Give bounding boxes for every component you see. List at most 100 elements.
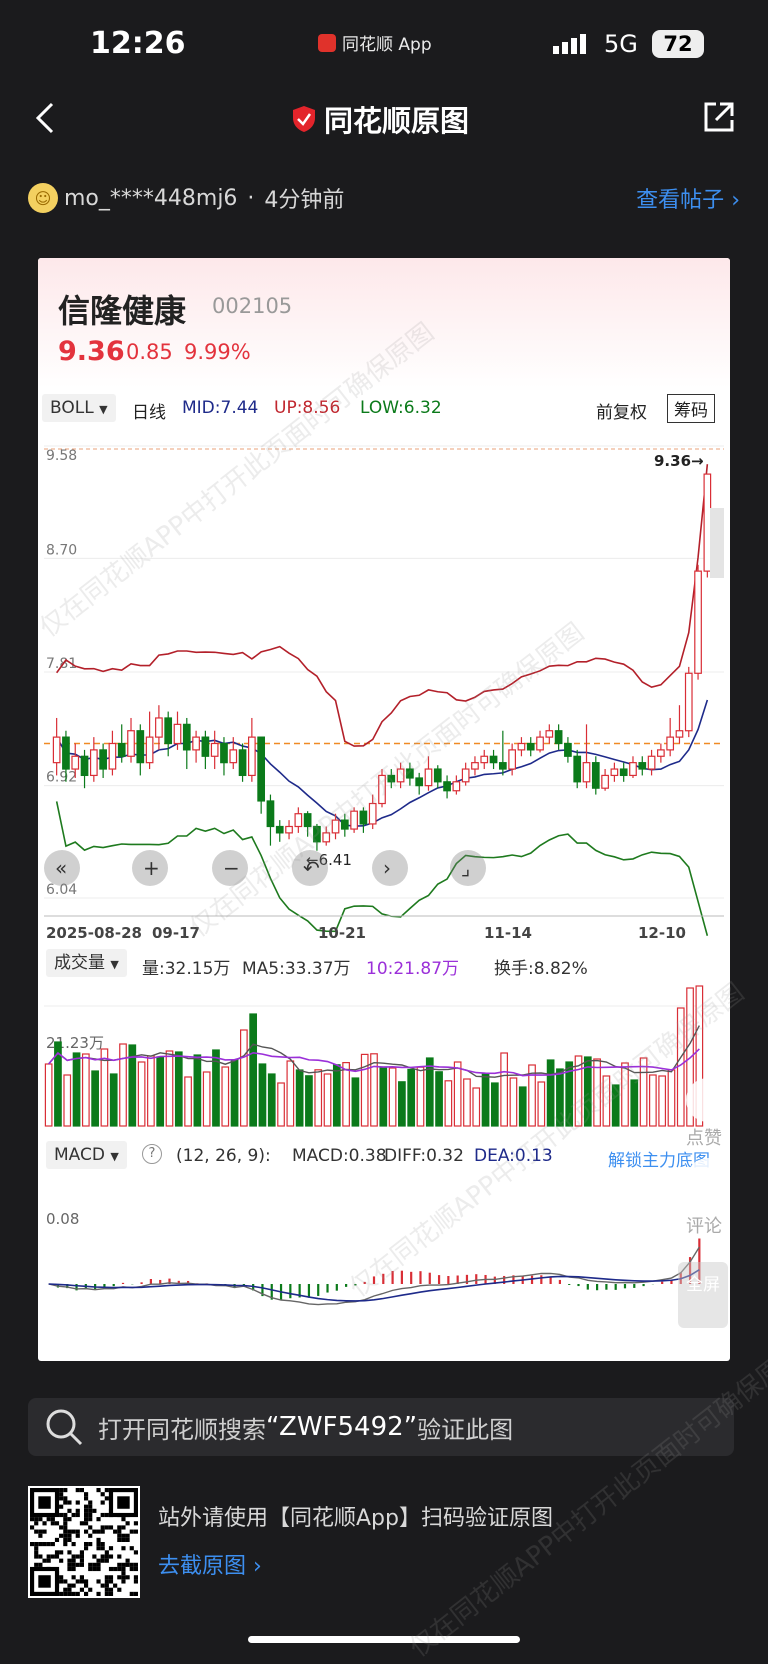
candle <box>703 473 712 572</box>
qr-module <box>59 1504 64 1509</box>
view-original-link[interactable]: 去截原图 › <box>158 1548 262 1580</box>
qr-module <box>84 1529 89 1534</box>
qr-module <box>84 1517 89 1522</box>
chart-control-glyph: « <box>55 856 67 880</box>
volume-bar <box>453 1061 462 1127</box>
verify-search-bar[interactable]: 打开同花顺搜索 “ZWF5492” 验证此图 <box>28 1398 734 1456</box>
qr-module <box>104 1558 109 1563</box>
username[interactable]: mo_****448mj6 <box>64 186 237 211</box>
dea-value: DEA:0.13 <box>474 1146 553 1166</box>
comment-icon[interactable] <box>686 1158 730 1202</box>
candle <box>573 755 582 783</box>
qr-module <box>104 1554 109 1559</box>
qr-module <box>100 1500 105 1505</box>
qr-module <box>121 1562 126 1567</box>
qr-module <box>84 1492 89 1497</box>
candlestick-chart[interactable]: 9.588.707.816.926.049.36→←6.41« + − ↶ › ⌟2025… <box>38 428 730 948</box>
help-icon[interactable]: ? <box>142 1144 162 1164</box>
candle <box>415 777 424 787</box>
qr-module <box>96 1488 101 1493</box>
chevron-right-icon: › <box>253 1554 262 1579</box>
candle <box>192 736 200 751</box>
indicator-selector[interactable]: BOLL ▼ <box>42 394 116 422</box>
boll-upper-line <box>56 464 709 747</box>
qr-module <box>34 1521 39 1526</box>
volume-bar <box>463 1078 471 1127</box>
qr-module <box>88 1504 93 1509</box>
volume-bar <box>63 1074 72 1127</box>
qr-module <box>75 1508 80 1513</box>
candle <box>368 802 377 825</box>
macd-selector[interactable]: MACD ▼ <box>46 1141 127 1169</box>
macd-indicator-bar: MACD ▼ ? (12, 26, 9): MACD:0.38 DIFF:0.3… <box>38 1138 730 1172</box>
qr-module <box>117 1575 122 1580</box>
candle <box>52 736 61 764</box>
qr-module <box>38 1529 43 1534</box>
qr-module <box>79 1554 84 1559</box>
volume-selector[interactable]: 成交量 ▼ <box>46 949 127 977</box>
candle <box>536 736 544 751</box>
search-suffix: 验证此图 <box>417 1415 514 1444</box>
qr-module <box>79 1488 84 1493</box>
avatar[interactable]: ☺ <box>28 183 58 213</box>
volume-chart[interactable]: 21.23万 <box>38 982 730 1132</box>
candle <box>433 768 442 783</box>
volume-bar <box>630 1079 639 1127</box>
thumbs-up-icon[interactable] <box>686 1078 730 1122</box>
candle <box>396 768 405 783</box>
qr-module <box>42 1529 47 1534</box>
volume-bar <box>286 1060 295 1127</box>
source-app[interactable]: 同花顺 App <box>318 30 432 55</box>
qr-module <box>59 1492 64 1497</box>
volume-bar <box>435 1071 443 1127</box>
view-post-link[interactable]: 查看帖子 › <box>636 182 740 214</box>
home-indicator[interactable] <box>248 1636 520 1643</box>
candle <box>378 774 386 805</box>
fullscreen-button[interactable]: 全屏 <box>678 1262 728 1328</box>
qr-module <box>34 1554 39 1559</box>
qr-module <box>75 1512 80 1518</box>
qr-module <box>100 1583 105 1588</box>
candle <box>294 813 303 828</box>
candle <box>210 742 219 757</box>
candle <box>173 723 182 745</box>
chart-control-glyph: − <box>223 856 240 880</box>
volume-bar <box>658 1075 667 1127</box>
qr-module <box>46 1558 51 1563</box>
post-info-row: ☺ mo_****448mj6 · 4分钟前 查看帖子 › <box>28 168 740 228</box>
period-label[interactable]: 日线 <box>132 398 166 423</box>
stock-code: 002105 <box>212 294 293 318</box>
signal-icon <box>553 34 586 54</box>
candle <box>71 755 80 770</box>
candle <box>359 810 368 825</box>
share-icon[interactable] <box>702 100 736 134</box>
qr-module <box>121 1525 126 1530</box>
qr-module <box>63 1500 68 1505</box>
qr-module <box>133 1550 138 1555</box>
candle <box>406 768 414 779</box>
price-change-pct: 9.99% <box>184 340 251 364</box>
qr-module <box>117 1525 122 1530</box>
comment-label[interactable]: 评论 <box>686 1212 722 1238</box>
qr-module <box>96 1529 101 1534</box>
qr-module <box>125 1521 130 1526</box>
qr-module <box>59 1488 64 1493</box>
chips-button[interactable]: 筹码 <box>667 394 715 423</box>
date-tick-label: 10-21 <box>318 924 366 942</box>
volume-bar <box>193 1054 202 1127</box>
qr-module <box>79 1562 84 1567</box>
date-tick-label: 11-14 <box>484 924 532 942</box>
like-label[interactable]: 点赞 <box>686 1124 722 1150</box>
qr-module <box>84 1508 89 1513</box>
candle <box>127 730 135 757</box>
qr-module <box>121 1579 126 1584</box>
volume-bar <box>314 1069 323 1127</box>
adjust-mode[interactable]: 前复权 <box>596 398 647 423</box>
volume-ma5: MA5:33.37万 <box>242 959 351 979</box>
dropdown-arrow-icon: ▼ <box>110 958 119 971</box>
candle <box>591 762 600 789</box>
macd-chart[interactable]: 0.08 <box>38 1172 730 1352</box>
back-arrow-icon[interactable] <box>34 100 58 136</box>
candle <box>601 774 609 789</box>
battery-icon: 72 <box>652 30 704 58</box>
